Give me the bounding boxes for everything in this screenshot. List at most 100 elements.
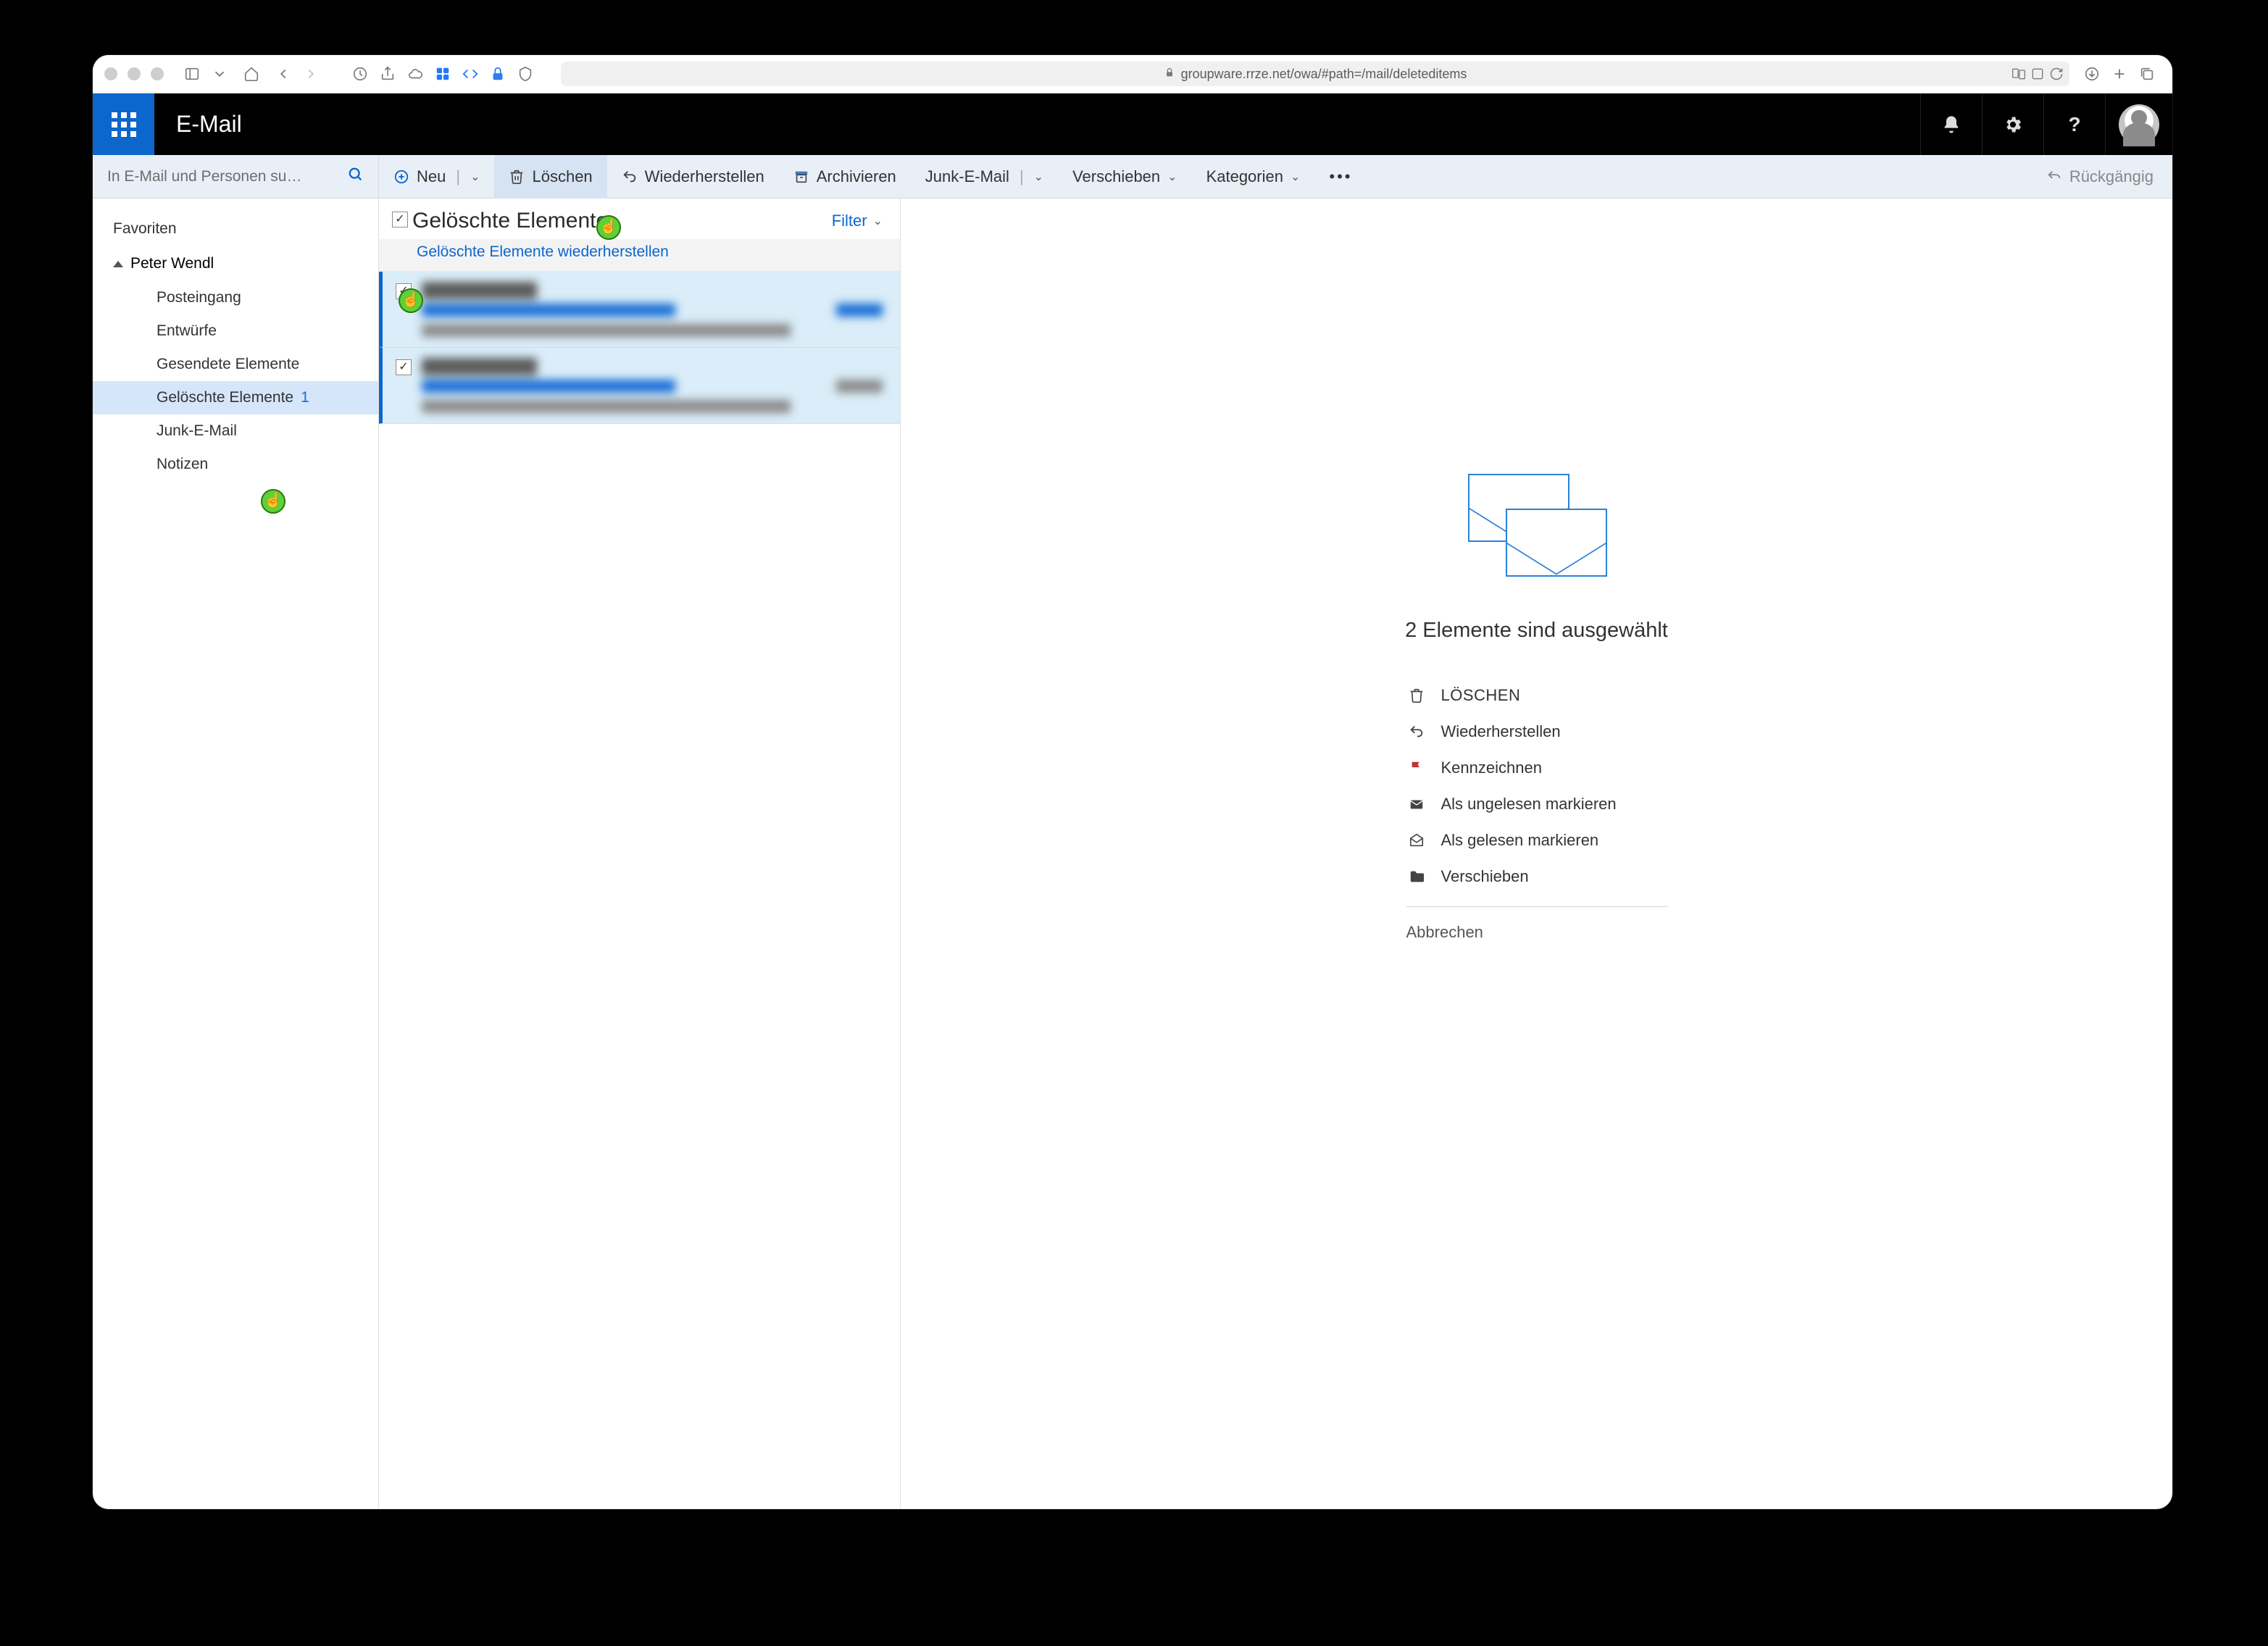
- action-move[interactable]: Verschieben: [1406, 858, 1667, 895]
- extension-icon[interactable]: [429, 60, 456, 88]
- maximize-window-icon[interactable]: [151, 67, 164, 80]
- reload-icon[interactable]: [2049, 67, 2064, 81]
- cloud-icon[interactable]: [401, 60, 429, 88]
- minimize-window-icon[interactable]: [128, 67, 141, 80]
- chevron-down-icon[interactable]: ⌄: [470, 170, 480, 184]
- app-title: E-Mail: [176, 111, 242, 138]
- restore-deleted-link[interactable]: Gelöschte Elemente wiederherstellen: [379, 239, 900, 272]
- chevron-down-icon[interactable]: ⌄: [1034, 170, 1043, 184]
- new-label: Neu: [417, 167, 446, 186]
- url-bar[interactable]: groupware.rrze.net/owa/#path=/mail/delet…: [561, 62, 2069, 86]
- action-restore[interactable]: Wiederherstellen: [1406, 714, 1667, 750]
- message-item[interactable]: ✓: [379, 348, 900, 424]
- envelope-illustration: [1468, 474, 1606, 575]
- notifications-button[interactable]: [1920, 93, 1982, 155]
- unread-count: 1: [301, 389, 309, 406]
- archive-label: Archivieren: [817, 167, 896, 186]
- divider: [1406, 906, 1667, 907]
- lock-icon[interactable]: [484, 60, 512, 88]
- reader-icon[interactable]: [2030, 67, 2045, 81]
- restore-button[interactable]: Wiederherstellen: [607, 155, 779, 199]
- folder-title: Gelöschte Elemente: [412, 209, 608, 233]
- move-label: Verschieben: [1072, 167, 1160, 186]
- list-header: ✓ Gelöschte Elemente Filter ⌄: [379, 199, 900, 239]
- bulk-actions: LÖSCHEN Wiederherstellen Kennzeichnen Al…: [1406, 677, 1667, 951]
- new-button[interactable]: Neu |⌄: [379, 155, 494, 199]
- action-mark-read[interactable]: Als gelesen markieren: [1406, 822, 1667, 858]
- archive-button[interactable]: Archivieren: [779, 155, 911, 199]
- categories-label: Kategorien: [1206, 167, 1283, 186]
- apps-grid-icon: [112, 112, 136, 137]
- mail-open-icon: [1406, 832, 1427, 848]
- filter-button[interactable]: Filter ⌄: [832, 212, 883, 230]
- categories-button[interactable]: Kategorien ⌄: [1192, 155, 1315, 199]
- message-list-pane: ✓ Gelöschte Elemente Filter ⌄ Gelöschte …: [379, 199, 901, 1509]
- junk-button[interactable]: Junk-E-Mail |⌄: [911, 155, 1058, 199]
- url-text: groupware.rrze.net/owa/#path=/mail/delet…: [1181, 67, 1467, 82]
- user-avatar[interactable]: [2119, 104, 2159, 145]
- history-icon[interactable]: [346, 60, 374, 88]
- chevron-down-icon: ⌄: [873, 214, 883, 228]
- app-launcher-button[interactable]: [93, 93, 154, 155]
- translate-icon[interactable]: [2011, 67, 2026, 81]
- new-tab-icon[interactable]: [2106, 60, 2133, 88]
- chevron-down-icon[interactable]: ⌄: [1167, 170, 1177, 184]
- search-placeholder: In E-Mail und Personen su…: [107, 168, 301, 185]
- devtools-icon[interactable]: [456, 60, 484, 88]
- folder-pane: Favoriten Peter Wendl Posteingang Entwür…: [93, 199, 379, 1509]
- message-preview: [422, 358, 883, 413]
- forward-icon: [297, 60, 325, 88]
- help-button[interactable]: ?: [2043, 93, 2105, 155]
- download-icon[interactable]: [2078, 60, 2106, 88]
- tabs-icon[interactable]: [2133, 60, 2161, 88]
- account-node[interactable]: Peter Wendl: [93, 246, 378, 281]
- browser-chrome: groupware.rrze.net/owa/#path=/mail/delet…: [93, 55, 2172, 93]
- undo-button[interactable]: Rückgängig: [2027, 167, 2172, 186]
- reading-pane: 2 Elemente sind ausgewählt LÖSCHEN Wiede…: [901, 199, 2172, 1509]
- folder-deleted[interactable]: Gelöschte Elemente 1: [93, 381, 378, 414]
- home-icon[interactable]: [238, 60, 265, 88]
- mail-closed-icon: [1406, 796, 1427, 812]
- flag-icon: [1406, 760, 1427, 776]
- sidebar-toggle-icon[interactable]: [178, 60, 206, 88]
- select-all-checkbox[interactable]: ✓: [392, 212, 408, 227]
- shield-icon[interactable]: [512, 60, 539, 88]
- folder-icon: [1406, 869, 1427, 885]
- action-flag[interactable]: Kennzeichnen: [1406, 750, 1667, 786]
- message-checkbox[interactable]: ✓: [396, 359, 412, 375]
- action-cancel[interactable]: Abbrechen: [1406, 914, 1667, 951]
- command-toolbar: In E-Mail und Personen su… Neu |⌄ Lösche…: [93, 155, 2172, 199]
- back-icon[interactable]: [270, 60, 297, 88]
- archive-icon: [793, 169, 809, 185]
- traffic-lights: [104, 67, 164, 80]
- move-button[interactable]: Verschieben ⌄: [1058, 155, 1192, 199]
- chevron-down-icon[interactable]: [206, 60, 233, 88]
- folder-junk[interactable]: Junk-E-Mail: [93, 414, 378, 448]
- favorites-section[interactable]: Favoriten: [93, 212, 378, 246]
- message-preview: [422, 282, 883, 337]
- folder-notes[interactable]: Notizen: [93, 448, 378, 481]
- folder-drafts[interactable]: Entwürfe: [93, 314, 378, 348]
- folder-sent[interactable]: Gesendete Elemente: [93, 348, 378, 381]
- close-window-icon[interactable]: [104, 67, 117, 80]
- selection-count-text: 2 Elemente sind ausgewählt: [1405, 619, 1668, 643]
- delete-button[interactable]: Löschen: [494, 155, 606, 199]
- message-item[interactable]: ✓: [379, 272, 900, 348]
- account-name: Peter Wendl: [130, 255, 214, 272]
- more-button[interactable]: •••: [1314, 155, 1367, 199]
- share-icon[interactable]: [374, 60, 401, 88]
- message-checkbox[interactable]: ✓: [396, 283, 412, 299]
- junk-label: Junk-E-Mail: [925, 167, 1009, 186]
- undo-icon: [1406, 724, 1427, 740]
- chevron-down-icon[interactable]: ⌄: [1291, 170, 1300, 184]
- trash-icon: [509, 169, 525, 185]
- action-mark-unread[interactable]: Als ungelesen markieren: [1406, 786, 1667, 822]
- search-input[interactable]: In E-Mail und Personen su…: [93, 155, 379, 199]
- delete-label: Löschen: [532, 167, 592, 186]
- folder-inbox[interactable]: Posteingang: [93, 281, 378, 314]
- app-header: E-Mail ?: [93, 93, 2172, 155]
- settings-button[interactable]: [1982, 93, 2043, 155]
- action-delete[interactable]: LÖSCHEN: [1406, 677, 1667, 714]
- url-lock-icon: [1164, 67, 1175, 82]
- undo-icon: [622, 169, 638, 185]
